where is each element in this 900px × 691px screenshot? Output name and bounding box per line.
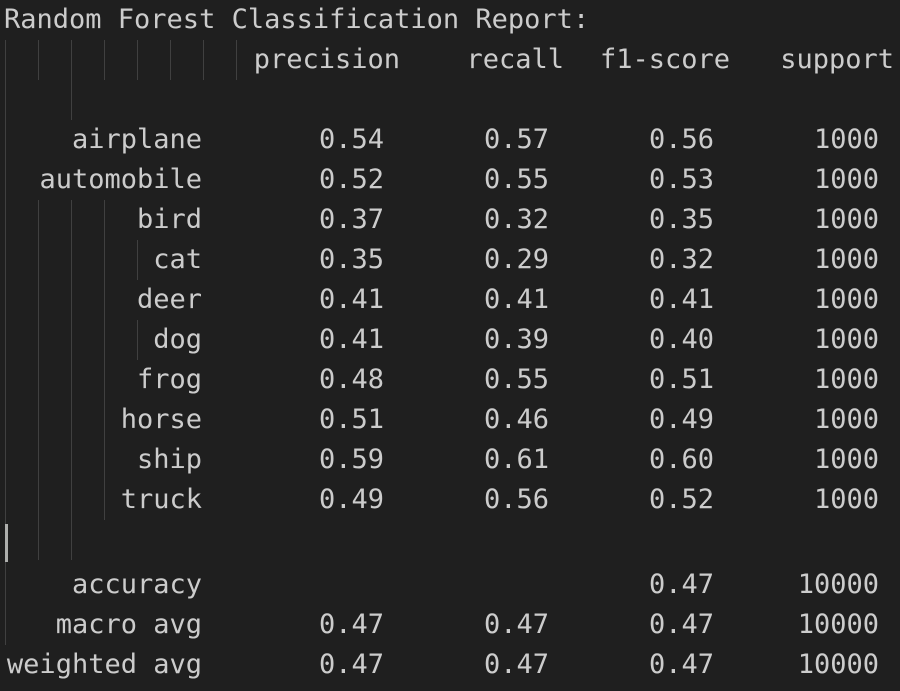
row-support: 1000 xyxy=(813,444,879,475)
row-label: ship xyxy=(136,444,202,475)
row-recall: 0.29 xyxy=(483,244,549,275)
row-f1: 0.41 xyxy=(648,284,714,315)
row-f1: 0.53 xyxy=(648,164,714,195)
row-support: 1000 xyxy=(813,204,879,235)
row-label: accuracy xyxy=(71,569,202,600)
row-label: dog xyxy=(153,324,202,355)
row-label: deer xyxy=(136,284,202,315)
row-recall: 0.47 xyxy=(483,609,549,640)
row-precision: 0.41 xyxy=(318,324,384,355)
row-precision: 0.49 xyxy=(318,484,384,515)
row-label: cat xyxy=(153,244,202,275)
row-precision: 0.35 xyxy=(318,244,384,275)
row-f1: 0.47 xyxy=(648,609,714,640)
row-support: 1000 xyxy=(813,484,879,515)
table-row: deer 0.41 0.41 0.41 1000 xyxy=(0,280,900,320)
row-label: automobile xyxy=(39,164,202,195)
header-precision: precision xyxy=(253,44,400,75)
row-label: truck xyxy=(120,484,202,515)
row-precision: 0.52 xyxy=(318,164,384,195)
row-support: 1000 xyxy=(813,244,879,275)
row-recall: 0.56 xyxy=(483,484,549,515)
row-f1: 0.47 xyxy=(648,649,714,680)
row-support: 1000 xyxy=(813,164,879,195)
row-recall: 0.41 xyxy=(483,284,549,315)
row-label: airplane xyxy=(71,124,202,155)
row-f1: 0.51 xyxy=(648,364,714,395)
row-recall: 0.46 xyxy=(483,404,549,435)
row-support: 10000 xyxy=(797,569,879,600)
row-precision: 0.47 xyxy=(318,609,384,640)
row-f1: 0.56 xyxy=(648,124,714,155)
header-row: precision recall f1-score support xyxy=(0,40,900,80)
row-label: weighted avg xyxy=(6,649,202,680)
table-row: horse 0.51 0.46 0.49 1000 xyxy=(0,400,900,440)
row-f1: 0.40 xyxy=(648,324,714,355)
table-row: dog 0.41 0.39 0.40 1000 xyxy=(0,320,900,360)
row-label: horse xyxy=(120,404,202,435)
row-f1: 0.49 xyxy=(648,404,714,435)
row-support: 1000 xyxy=(813,404,879,435)
row-recall: 0.57 xyxy=(483,124,549,155)
table-row: automobile 0.52 0.55 0.53 1000 xyxy=(0,160,900,200)
row-f1: 0.52 xyxy=(648,484,714,515)
row-precision: 0.51 xyxy=(318,404,384,435)
table-row: airplane 0.54 0.57 0.56 1000 xyxy=(0,120,900,160)
row-precision: 0.48 xyxy=(318,364,384,395)
summary-row-macro-avg: macro avg 0.47 0.47 0.47 10000 xyxy=(0,605,900,645)
row-f1: 0.60 xyxy=(648,444,714,475)
table-row: frog 0.48 0.55 0.51 1000 xyxy=(0,360,900,400)
row-precision: 0.59 xyxy=(318,444,384,475)
table-row: bird 0.37 0.32 0.35 1000 xyxy=(0,200,900,240)
row-support: 1000 xyxy=(813,364,879,395)
row-label: bird xyxy=(136,204,202,235)
row-recall: 0.55 xyxy=(483,364,549,395)
text-cursor xyxy=(5,524,8,562)
header-support: support xyxy=(780,44,894,75)
row-precision: 0.54 xyxy=(318,124,384,155)
table-row: cat 0.35 0.29 0.32 1000 xyxy=(0,240,900,280)
row-recall: 0.61 xyxy=(483,444,549,475)
row-support: 1000 xyxy=(813,324,879,355)
header-recall: recall xyxy=(466,44,564,75)
row-label: macro avg xyxy=(55,609,202,640)
row-f1: 0.47 xyxy=(648,569,714,600)
row-precision: 0.37 xyxy=(318,204,384,235)
row-recall: 0.55 xyxy=(483,164,549,195)
table-row: ship 0.59 0.61 0.60 1000 xyxy=(0,440,900,480)
report-title-line: Random Forest Classification Report: xyxy=(0,0,900,40)
row-support: 10000 xyxy=(797,649,879,680)
row-recall: 0.47 xyxy=(483,649,549,680)
row-precision: 0.41 xyxy=(318,284,384,315)
row-support: 10000 xyxy=(797,609,879,640)
summary-row-weighted-avg: weighted avg 0.47 0.47 0.47 10000 xyxy=(0,645,900,685)
row-f1: 0.32 xyxy=(648,244,714,275)
row-support: 1000 xyxy=(813,284,879,315)
report-title: Random Forest Classification Report: xyxy=(4,4,590,35)
header-f1-score: f1-score xyxy=(599,44,730,75)
editor-text-area[interactable]: Random Forest Classification Report: pre… xyxy=(0,0,900,691)
row-recall: 0.39 xyxy=(483,324,549,355)
row-precision: 0.47 xyxy=(318,649,384,680)
row-recall: 0.32 xyxy=(483,204,549,235)
row-support: 1000 xyxy=(813,124,879,155)
row-label: frog xyxy=(136,364,202,395)
table-row: truck 0.49 0.56 0.52 1000 xyxy=(0,480,900,520)
row-f1: 0.35 xyxy=(648,204,714,235)
summary-row-accuracy: accuracy 0.47 10000 xyxy=(0,565,900,605)
